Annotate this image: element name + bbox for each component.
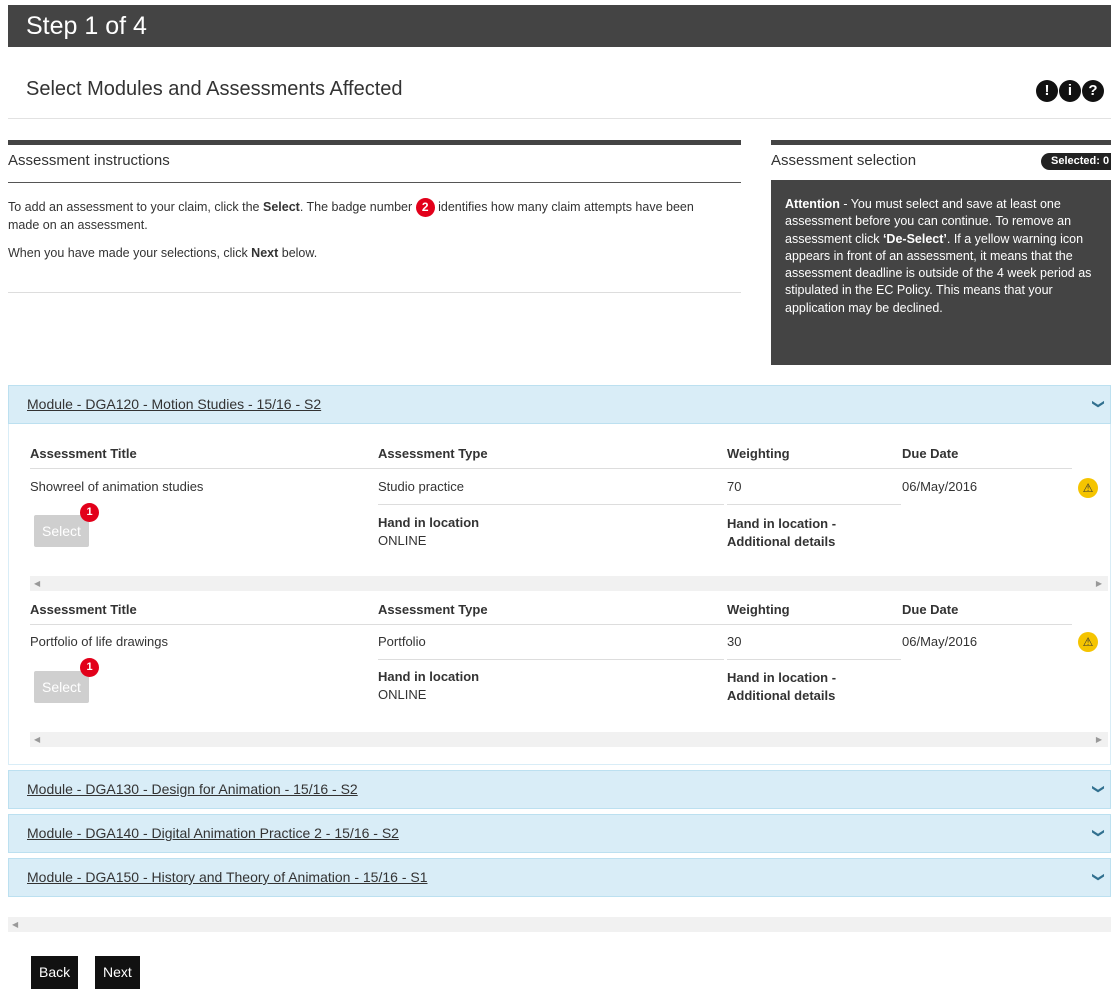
hand-in-extra-label: Hand in location - Additional details [727,670,837,703]
instructions-heading: Assessment instructions [8,152,170,169]
hand-in-label: Hand in location [378,515,480,530]
table-divider [727,659,901,660]
page-scrollbar[interactable]: ◀ [8,917,1111,932]
page-title: Select Modules and Assessments Affected [26,78,403,100]
scroll-left-icon[interactable]: ◀ [34,576,40,591]
module-link[interactable]: Module - DGA120 - Motion Studies - 15/16… [27,396,321,412]
col-header-title: Assessment Title [30,602,137,617]
table-divider [30,624,1072,625]
col-header-weighting: Weighting [727,602,790,617]
instruction-text: When you have made your selections, clic… [8,246,252,260]
assessment-type: Portfolio [378,634,426,649]
instruction-text: below. [278,246,318,260]
col-header-type: Assessment Type [378,602,488,617]
chevron-down-icon[interactable]: ❯ [1092,872,1106,882]
instructions-text: To add an assessment to your claim, clic… [8,198,728,273]
module-link[interactable]: Module - DGA150 - History and Theory of … [27,869,428,885]
module-header-dga120[interactable]: Module - DGA120 - Motion Studies - 15/16… [8,385,1111,424]
hand-in-value: ONLINE [378,687,427,702]
select-button[interactable]: Select [34,671,89,703]
module-link[interactable]: Module - DGA130 - Design for Animation -… [27,781,358,797]
back-button[interactable]: Back [31,956,79,989]
selected-count-badge: Selected: 0 [1041,153,1111,170]
hand-in-extra-label: Hand in location - Additional details [727,516,837,549]
attention-deselect: ‘De-Select’ [882,231,947,246]
alert-icon[interactable]: ! [1036,80,1058,102]
instruction-text: To add an assessment to your claim, clic… [8,199,263,214]
chevron-down-icon[interactable]: ❯ [1092,784,1106,794]
assessment-type: Studio practice [378,479,464,494]
hand-in-value: ONLINE [378,533,427,548]
selection-heading: Assessment selection [771,152,917,169]
instructions-bottom-divider [8,292,741,293]
chevron-down-icon[interactable]: ❯ [1092,399,1106,409]
scroll-right-icon[interactable]: ▶ [1096,732,1102,747]
module-body-dga120 [8,424,1111,765]
attempt-count-badge: 2 [415,198,435,217]
attention-label: Attention [785,197,840,211]
assessment-weighting: 30 [727,634,742,649]
select-button[interactable]: Select [34,515,89,547]
table-divider [378,659,724,660]
instructions-divider [8,182,741,183]
table-divider [378,504,724,505]
hand-in-label: Hand in location [378,669,480,684]
table-scrollbar[interactable]: ◀ ▶ [30,576,1108,591]
scroll-left-icon[interactable]: ◀ [12,917,18,932]
module-header-dga140[interactable]: Module - DGA140 - Digital Animation Prac… [8,814,1111,853]
assessment-weighting: 70 [727,479,742,494]
warning-icon: ⚠ [1078,478,1098,498]
table-scrollbar[interactable]: ◀ ▶ [30,732,1108,747]
module-link[interactable]: Module - DGA140 - Digital Animation Prac… [27,825,399,841]
col-header-type: Assessment Type [378,446,488,461]
assessment-due: 06/May/2016 [902,634,978,649]
assessment-title: Portfolio of life drawings [30,634,169,649]
instructions-panel-top [8,140,741,145]
table-divider [30,468,1072,469]
col-header-due: Due Date [902,446,959,461]
table-divider [727,504,901,505]
chevron-down-icon[interactable]: ❯ [1092,828,1106,838]
question-icon[interactable]: ? [1082,80,1104,102]
col-header-due: Due Date [902,602,959,617]
info-icon[interactable]: i [1059,80,1081,102]
attention-notice: Attention - You must select and save at … [771,180,1111,365]
help-icons: ! i ? [1036,80,1104,102]
module-header-dga130[interactable]: Module - DGA130 - Design for Animation -… [8,770,1111,809]
assessment-due: 06/May/2016 [902,479,978,494]
assessment-title: Showreel of animation studies [30,479,204,494]
attempt-badge: 1 [80,503,99,522]
next-button[interactable]: Next [95,956,140,989]
scroll-left-icon[interactable]: ◀ [34,732,40,747]
selection-panel-top [771,140,1111,145]
module-header-dga150[interactable]: Module - DGA150 - History and Theory of … [8,858,1111,897]
scroll-right-icon[interactable]: ▶ [1096,576,1102,591]
col-header-title: Assessment Title [30,446,137,461]
instruction-bold: Select [262,199,300,214]
instruction-text: . The badge number [299,199,416,214]
step-header: Step 1 of 4 [8,5,1111,47]
title-divider [8,118,1111,119]
col-header-weighting: Weighting [727,446,790,461]
instruction-bold: Next [251,246,279,260]
warning-icon: ⚠ [1078,632,1098,652]
attempt-badge: 1 [80,658,99,677]
